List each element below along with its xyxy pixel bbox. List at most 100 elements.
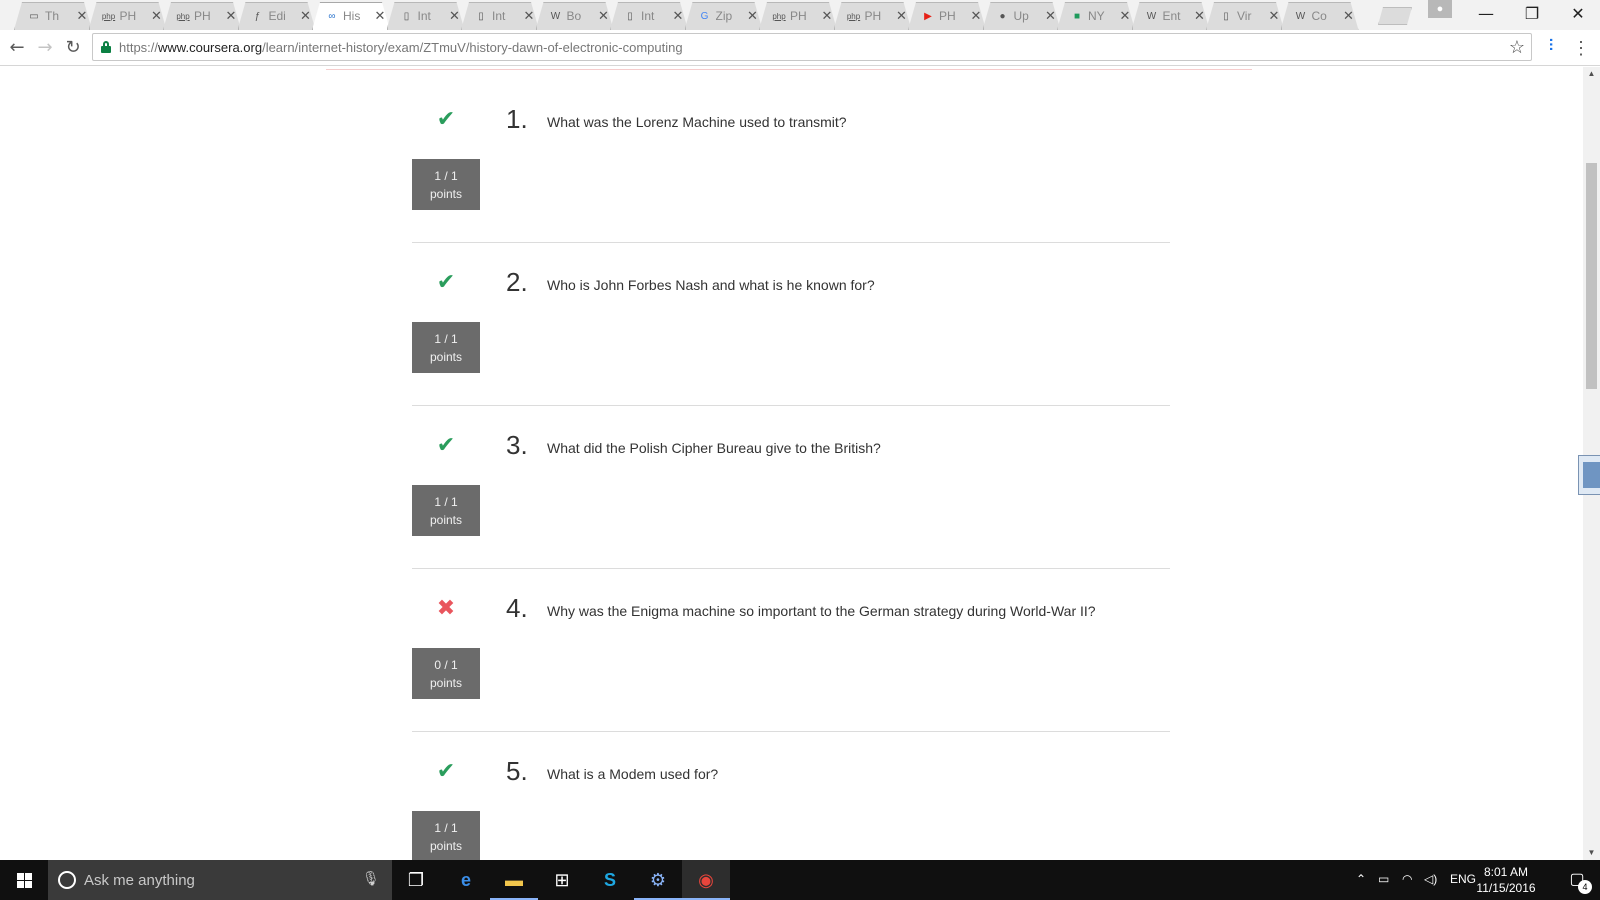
back-arrow-icon[interactable]: ← — [5, 36, 29, 60]
question-divider — [412, 405, 1170, 406]
edit-icon: ƒ — [254, 11, 261, 22]
wikipedia-icon: W — [550, 11, 561, 22]
wifi-icon[interactable]: ◠ — [1402, 872, 1412, 886]
tab-title: PH — [864, 9, 882, 23]
action-center-icon[interactable]: ▢ 4 — [1554, 860, 1600, 900]
tab-title: Edi — [268, 9, 286, 23]
browser-tab[interactable]: ▯ Vir ✕ — [1206, 2, 1284, 30]
minimize-button[interactable]: — — [1466, 2, 1506, 26]
browser-toolbar: ← → ↻ https://www.coursera.org/learn/int… — [0, 30, 1600, 66]
browser-tab[interactable]: ■ NY ✕ — [1057, 2, 1135, 30]
side-feedback-widget[interactable] — [1578, 455, 1600, 495]
coursera-icon: ∞ — [328, 11, 336, 22]
browser-tab[interactable]: ∞ His ✕ — [312, 2, 390, 30]
points-score: 1 / 1 — [434, 169, 458, 183]
scrollbar-thumb[interactable] — [1586, 163, 1597, 389]
points-label: points — [429, 513, 463, 527]
tab-title: Vir — [1237, 9, 1252, 23]
points-score: 0 / 1 — [434, 658, 458, 672]
question-text: Why was the Enigma machine so important … — [547, 603, 1096, 619]
restore-button[interactable]: ❐ — [1512, 2, 1552, 26]
question-number: 2. — [506, 267, 528, 297]
windows-start-icon[interactable] — [0, 860, 48, 900]
wikipedia-icon: W — [1295, 11, 1306, 22]
question-divider — [412, 731, 1170, 732]
browser-tab[interactable]: ● Up ✕ — [982, 2, 1061, 30]
points-score: 1 / 1 — [434, 821, 458, 835]
points-label: points — [429, 676, 463, 690]
correct-check-icon: ✔ — [436, 759, 456, 784]
browser-tab[interactable]: php PH ✕ — [163, 2, 241, 30]
store-icon[interactable]: ⊞ — [538, 860, 586, 900]
volume-icon[interactable]: ◁) — [1424, 872, 1437, 886]
php-icon: php — [176, 12, 190, 21]
php-icon: php — [846, 12, 861, 21]
question-number: 3. — [506, 430, 528, 460]
laptop-icon: ▭ — [29, 11, 39, 22]
browser-tab[interactable]: php PH ✕ — [833, 2, 912, 30]
browser-tab[interactable]: W Ent ✕ — [1131, 2, 1210, 30]
browser-tab[interactable]: ▯ Int ✕ — [610, 2, 688, 30]
correct-check-icon: ✔ — [436, 433, 456, 458]
edge-icon[interactable]: e — [442, 860, 490, 900]
forward-arrow-icon[interactable]: → — [33, 36, 57, 60]
question-item: ✔ 1 / 1 points 3. What did the Polish Cipher… — [412, 410, 1170, 576]
address-bar[interactable]: https://www.coursera.org/learn/internet-… — [92, 33, 1532, 61]
new-tab-button[interactable] — [1378, 7, 1412, 25]
profile-icon[interactable]: ● — [1428, 0, 1452, 18]
skype-icon[interactable]: S — [586, 860, 634, 900]
extension-icon[interactable]: ⫶ — [1544, 38, 1558, 58]
incorrect-x-icon: ✖ — [436, 596, 456, 621]
tab-title: Ent — [1162, 9, 1181, 23]
question-divider — [412, 242, 1170, 243]
network-app-icon[interactable]: ⚙ — [634, 860, 682, 900]
tab-title: Co — [1311, 9, 1327, 23]
browser-tab[interactable]: G Zip ✕ — [684, 2, 763, 30]
show-hidden-icons-icon[interactable]: ⌃ — [1356, 872, 1366, 886]
apple-icon: ● — [999, 11, 1006, 22]
question-divider — [412, 568, 1170, 569]
question-item: ✔ 1 / 1 points 1. What was the Lorenz Machin… — [412, 84, 1170, 250]
tab-title: His — [343, 9, 361, 23]
notification-count: 4 — [1578, 880, 1592, 894]
search-placeholder: Ask me anything — [84, 872, 195, 889]
question-number: 4. — [506, 593, 528, 623]
close-window-button[interactable]: ✕ — [1558, 2, 1598, 26]
tab-title: Int — [492, 9, 506, 23]
tab-title: NY — [1088, 9, 1105, 23]
battery-icon[interactable]: ▭ — [1378, 872, 1389, 886]
question-item: ✔ 1 / 1 points 2. Who is John Forbes Nash an… — [412, 247, 1170, 413]
points-label: points — [429, 187, 463, 201]
document-icon: ▯ — [1223, 11, 1229, 22]
cortana-search-box[interactable]: Ask me anything 🎙 — [48, 860, 392, 900]
scroll-down-arrow-icon[interactable]: ▼ — [1583, 846, 1600, 860]
reload-icon[interactable]: ↻ — [61, 36, 85, 60]
browser-tab[interactable]: php PH ✕ — [759, 2, 837, 30]
browser-tab[interactable]: ▯ Int ✕ — [461, 2, 539, 30]
browser-tab[interactable]: ▭ Th ✕ — [14, 2, 92, 30]
browser-tab[interactable]: W Co ✕ — [1280, 2, 1359, 30]
bookmark-star-icon[interactable]: ☆ — [1509, 37, 1525, 57]
points-label: points — [429, 839, 463, 853]
browser-tab[interactable]: ƒ Edi ✕ — [237, 2, 316, 30]
question-item: ✖ 0 / 1 points 4. Why was the Enigma machine… — [412, 573, 1170, 739]
scroll-up-arrow-icon[interactable]: ▲ — [1583, 67, 1600, 81]
url-text[interactable]: https://www.coursera.org/learn/internet-… — [119, 40, 683, 55]
system-clock[interactable]: 8:01 AM 11/15/2016 — [1466, 864, 1546, 896]
browser-tab[interactable]: php PH ✕ — [88, 2, 167, 30]
browser-tab[interactable]: ▶ PH ✕ — [908, 2, 986, 30]
file-explorer-icon[interactable]: ▬ — [490, 860, 538, 900]
question-text: What was the Lorenz Machine used to tran… — [547, 114, 847, 130]
task-view-icon[interactable]: ❐ — [392, 860, 440, 900]
question-text: What is a Modem used for? — [547, 766, 719, 782]
question-number: 1. — [506, 104, 528, 134]
browser-tab[interactable]: ▯ Int ✕ — [386, 2, 465, 30]
browser-tab[interactable]: W Bo ✕ — [535, 2, 614, 30]
lock-icon — [101, 41, 111, 53]
google-icon: G — [700, 11, 709, 22]
microphone-icon[interactable]: 🎙 — [362, 870, 380, 887]
points-score: 1 / 1 — [434, 495, 458, 509]
tab-title: PH — [119, 9, 137, 23]
browser-menu-icon[interactable]: ⋮ — [1572, 36, 1590, 60]
chrome-icon[interactable]: ◉ — [682, 860, 730, 900]
